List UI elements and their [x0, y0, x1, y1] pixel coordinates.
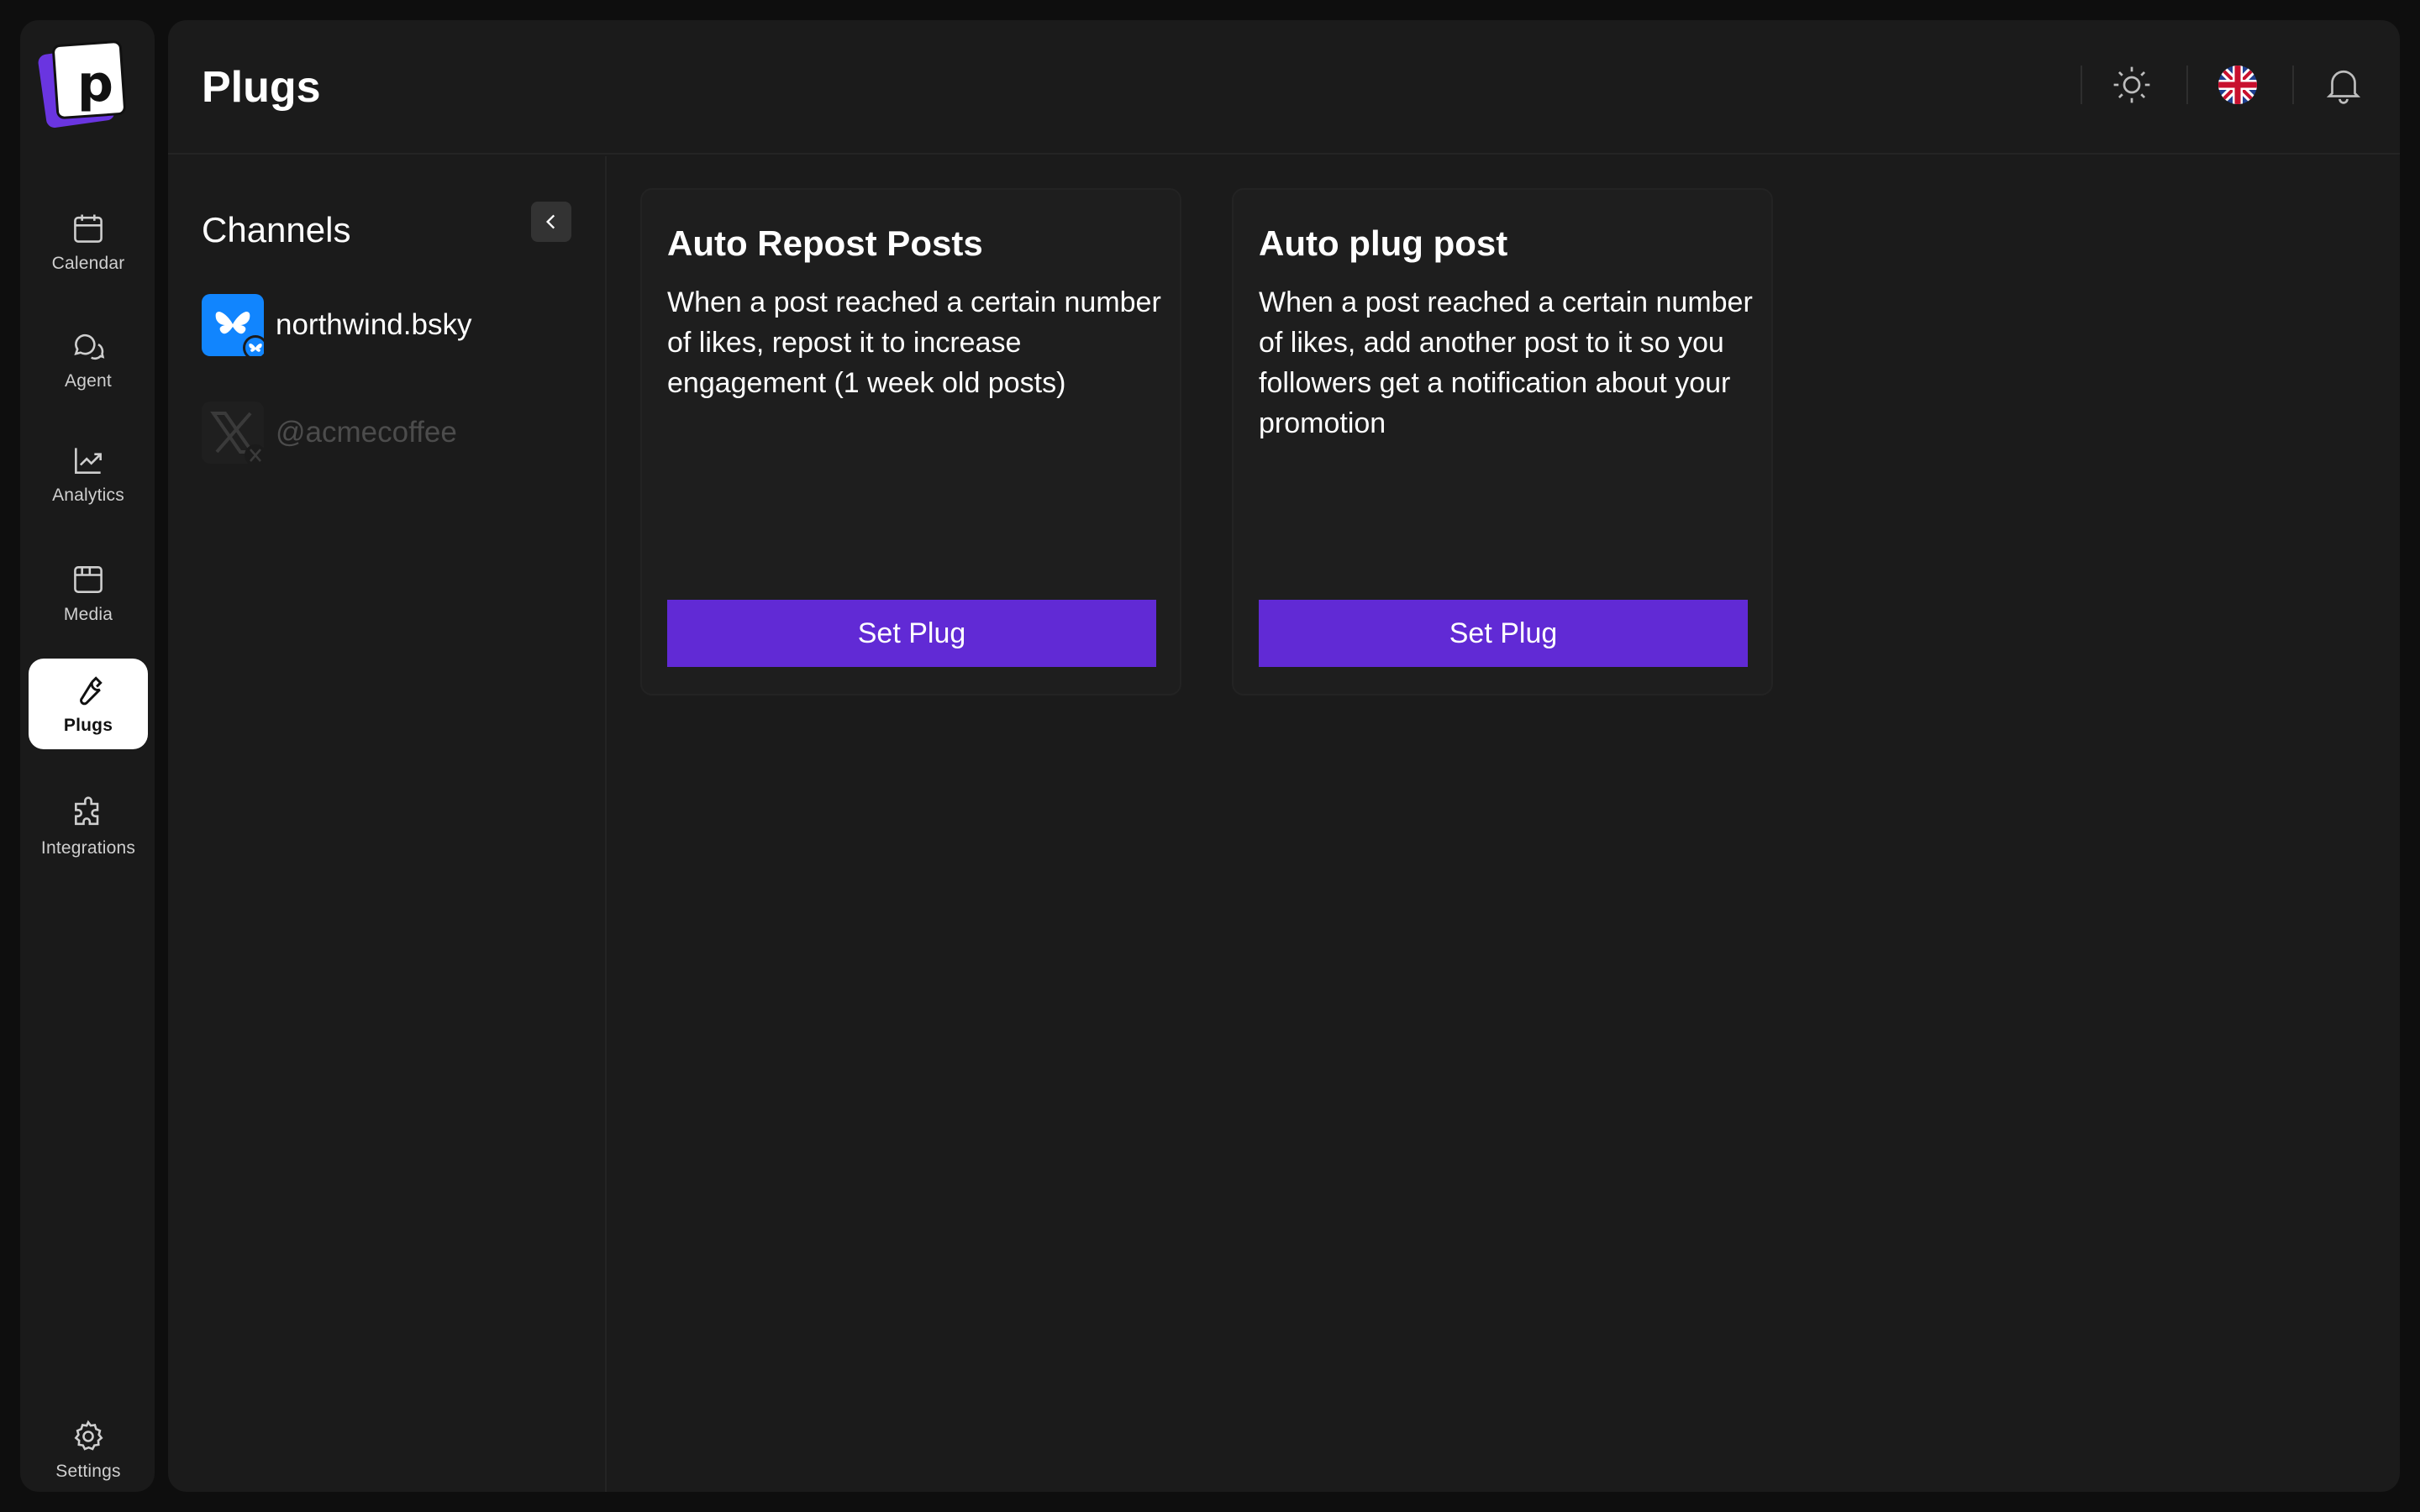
channel-item-acmecoffee[interactable]: @acmecoffee: [202, 402, 457, 466]
sun-icon: [2113, 66, 2150, 103]
app-logo[interactable]: p: [35, 37, 129, 131]
plug-title: Auto plug post: [1259, 223, 1508, 263]
channel-item-northwind[interactable]: northwind.bsky: [202, 294, 472, 360]
divider: [2186, 66, 2188, 104]
nav-item-label: Analytics: [52, 486, 124, 505]
nav-item-agent[interactable]: Agent: [29, 314, 148, 405]
nav-item-plugs[interactable]: Plugs: [29, 659, 148, 749]
plug-card-auto-repost: Auto Repost Posts When a post reached a …: [640, 188, 1181, 696]
channel-name: @acmecoffee: [276, 416, 457, 449]
nav-item-integrations[interactable]: Integrations: [29, 781, 148, 872]
nav-item-calendar[interactable]: Calendar: [29, 197, 148, 287]
plug-card-auto-plug: Auto plug post When a post reached a cer…: [1232, 188, 1773, 696]
nav-item-label: Plugs: [63, 716, 113, 735]
set-plug-button[interactable]: Set Plug: [667, 600, 1156, 667]
main-panel: Plugs Channels northwind.bsky @acmecoffe…: [168, 20, 2400, 1492]
divider: [2081, 66, 2082, 104]
nav-item-media[interactable]: Media: [29, 548, 148, 638]
plug-description: When a post reached a certain number of …: [667, 286, 1161, 399]
channels-panel: Channels northwind.bsky @acmecoffee: [168, 156, 607, 1492]
puzzle-icon: [75, 796, 99, 826]
bell-icon: [2326, 70, 2361, 104]
channels-title: Channels: [202, 210, 351, 249]
avatar: [202, 402, 266, 466]
plug-title: Auto Repost Posts: [667, 223, 983, 263]
top-bar: Plugs: [168, 20, 2400, 155]
chevron-left-icon: [545, 214, 555, 229]
nav-item-settings[interactable]: Settings: [29, 1408, 148, 1492]
wrench-icon: [80, 676, 103, 706]
nav-item-label: Media: [63, 605, 113, 624]
logo-letter: p: [77, 55, 113, 113]
collapse-channels-button[interactable]: [531, 202, 571, 242]
x-logo-icon: [202, 402, 266, 466]
calendar-icon: [74, 214, 103, 243]
nav-rail: p Calendar Agent Analytics Media Plugs I…: [20, 20, 155, 1492]
divider: [2292, 66, 2294, 104]
nav-item-label: Integrations: [40, 838, 136, 858]
language-button[interactable]: [2215, 62, 2260, 108]
nav-item-label: Agent: [65, 371, 112, 391]
trend-chart-icon: [75, 448, 102, 474]
bluesky-icon: [202, 294, 268, 360]
theme-toggle-button[interactable]: [2109, 62, 2154, 108]
notifications-button[interactable]: [2321, 62, 2366, 108]
plug-description: When a post reached a certain number of …: [1259, 286, 1753, 439]
avatar: [202, 294, 268, 360]
gear-icon: [74, 1420, 103, 1451]
nav-item-label: Settings: [55, 1462, 121, 1481]
nav-item-label: Calendar: [51, 254, 125, 273]
uk-flag-icon: [2218, 66, 2257, 104]
channel-name: northwind.bsky: [276, 308, 472, 341]
media-window-icon: [74, 566, 103, 593]
nav-item-analytics[interactable]: Analytics: [29, 428, 148, 519]
set-plug-button[interactable]: Set Plug: [1259, 600, 1748, 667]
page-title: Plugs: [202, 63, 321, 112]
chat-bubbles-icon: [74, 333, 105, 360]
